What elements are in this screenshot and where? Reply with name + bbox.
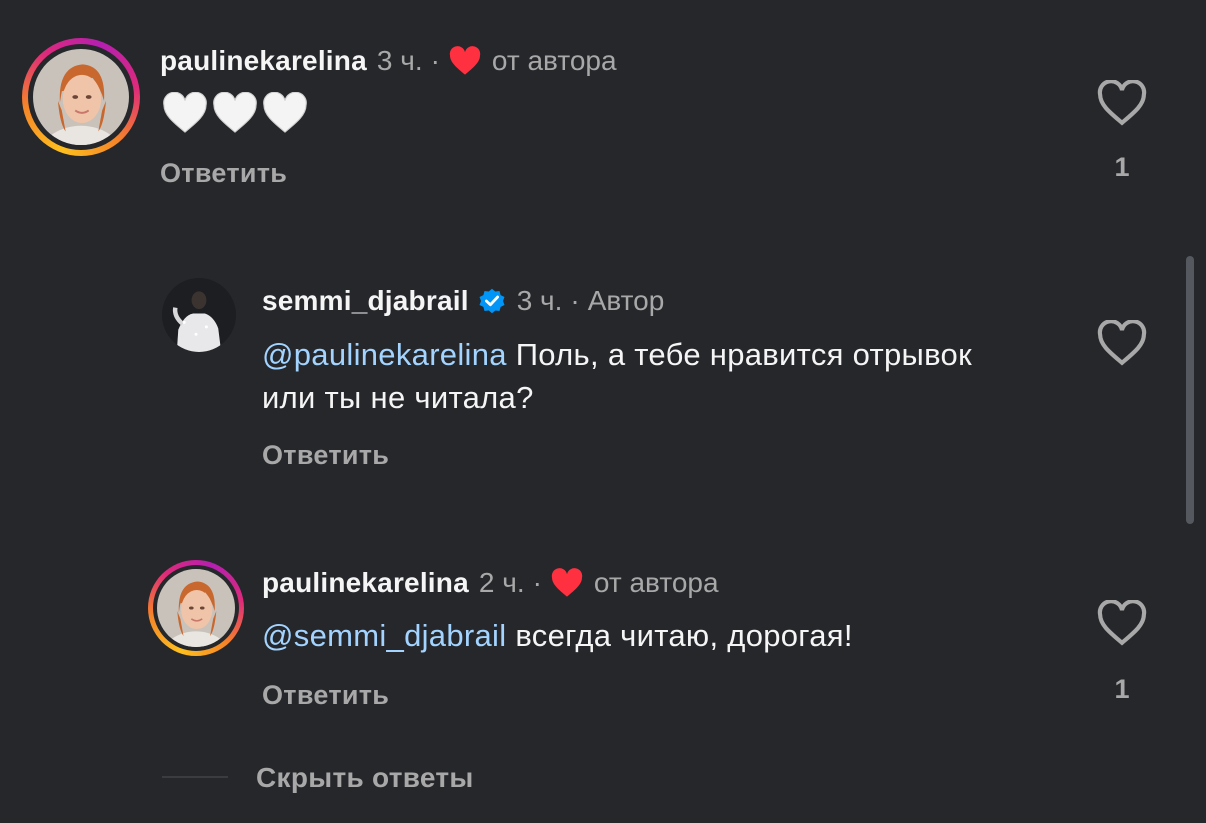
username[interactable]: semmi_djabrail: [262, 284, 469, 318]
heart-outline-icon[interactable]: [1097, 600, 1147, 646]
reply-button[interactable]: Ответить: [262, 440, 389, 471]
heart-outline-icon[interactable]: [1097, 80, 1147, 126]
avatar-image: [33, 49, 129, 145]
heart-filled-icon: [448, 46, 482, 76]
timestamp: 2 ч.: [478, 567, 525, 598]
username[interactable]: paulinekarelina: [160, 44, 367, 78]
comment-text: [162, 92, 308, 134]
avatar[interactable]: [22, 38, 140, 156]
separator: ·: [570, 285, 580, 316]
avatar[interactable]: [148, 560, 244, 656]
scrollbar[interactable]: [1186, 256, 1194, 524]
white-heart-emoji: [162, 92, 208, 134]
liked-by-author-label: от автора: [491, 45, 617, 76]
separator: ·: [532, 567, 542, 598]
divider: [162, 776, 228, 778]
heart-filled-icon: [550, 568, 584, 598]
like-count: 1: [1114, 674, 1130, 704]
comments-thread: paulinekarelina 3 ч. · от автора Ответит…: [0, 0, 1206, 823]
comment-header: paulinekarelina 3 ч. · от автора: [160, 44, 617, 78]
mention-link[interactable]: @semmi_djabrail: [262, 618, 506, 653]
mention-link[interactable]: @paulinekarelina: [262, 337, 507, 372]
avatar-image: [157, 569, 235, 647]
white-heart-emoji: [262, 92, 308, 134]
separator: ·: [430, 45, 440, 76]
verified-badge-icon: [477, 286, 507, 316]
comment-header: paulinekarelina 2 ч. · от автора: [262, 566, 719, 600]
comment-text: @paulinekarelina Поль, а тебе нравится о…: [262, 333, 1022, 419]
hide-replies-button[interactable]: Скрыть ответы: [256, 762, 474, 794]
timestamp: 3 ч.: [376, 45, 423, 76]
timestamp: 3 ч.: [516, 285, 563, 316]
reply-button[interactable]: Ответить: [262, 680, 389, 711]
username[interactable]: paulinekarelina: [262, 566, 469, 600]
like-count: 1: [1114, 152, 1130, 182]
avatar-image: [162, 278, 236, 352]
reply-button[interactable]: Ответить: [160, 158, 287, 189]
liked-by-author-label: от автора: [593, 567, 719, 598]
avatar[interactable]: [162, 278, 236, 352]
author-badge: Автор: [587, 285, 665, 316]
comment-body: всегда читаю, дорогая!: [506, 618, 853, 653]
comment-header: semmi_djabrail 3 ч. · Автор: [262, 284, 664, 318]
white-heart-emoji: [212, 92, 258, 134]
comment-text: @semmi_djabrail всегда читаю, дорогая!: [262, 614, 1042, 657]
heart-outline-icon[interactable]: [1097, 320, 1147, 366]
